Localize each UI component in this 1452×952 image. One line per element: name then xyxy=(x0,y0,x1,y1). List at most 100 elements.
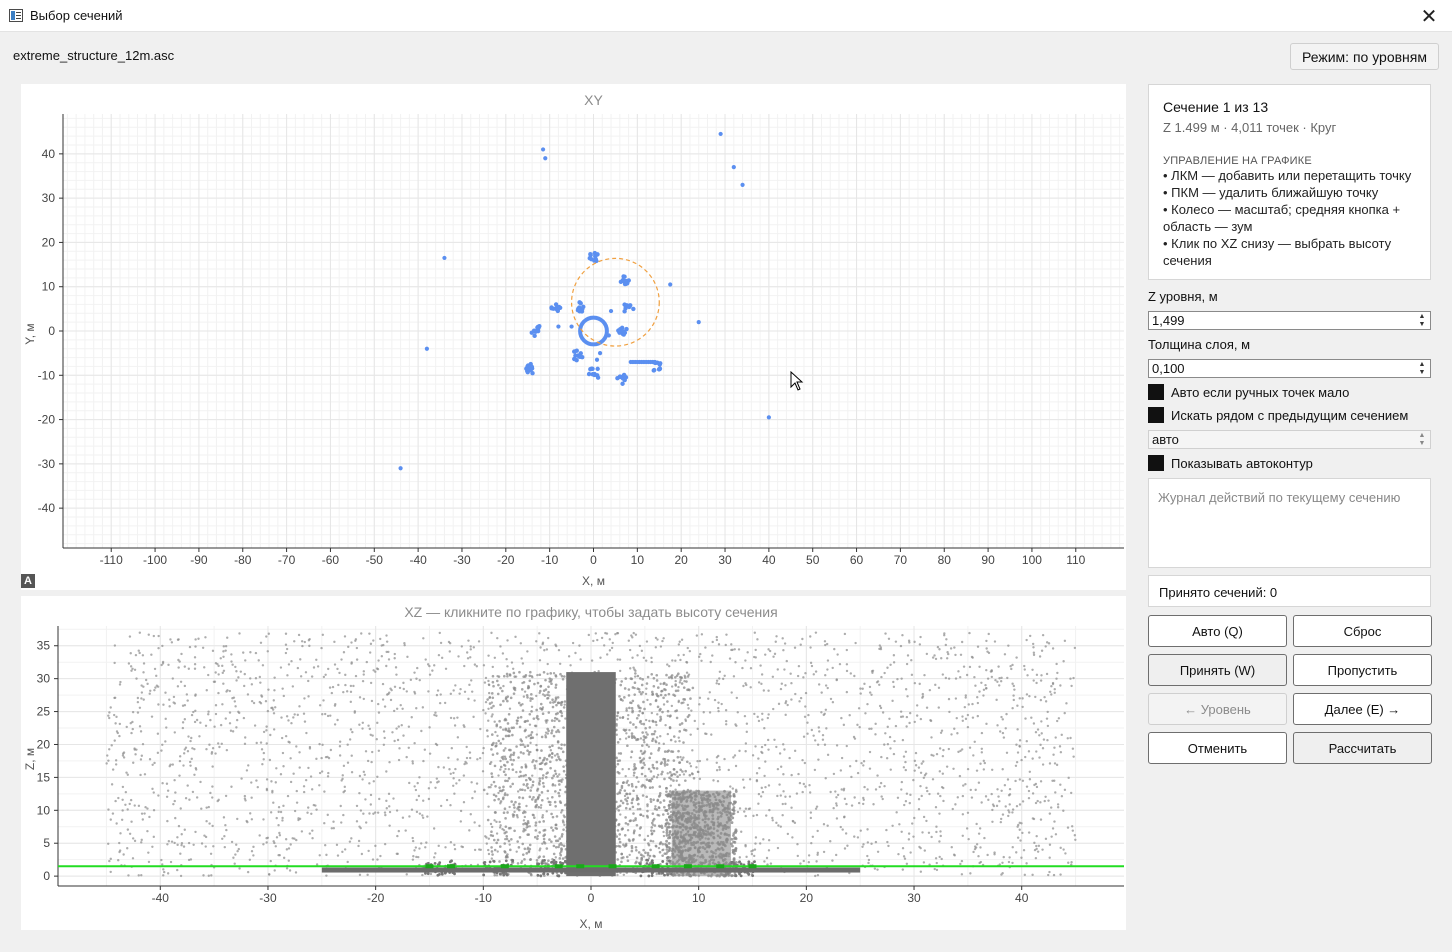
data-point xyxy=(499,726,502,729)
data-point xyxy=(668,806,671,810)
data-point xyxy=(357,844,360,848)
xy-chart[interactable]: -110 -100 -90 -80 -70 -60 -50 -40 -30 -20 -10 0 10 20… xyxy=(21,84,1126,590)
data-point xyxy=(285,647,289,651)
data-point xyxy=(297,818,300,822)
data-point xyxy=(308,644,311,648)
data-point xyxy=(642,656,646,660)
data-point xyxy=(230,785,233,788)
data-point xyxy=(642,751,646,755)
data-point xyxy=(887,844,890,848)
data-point xyxy=(824,643,827,647)
data-point xyxy=(888,735,892,739)
data-point xyxy=(635,823,639,827)
data-point xyxy=(558,788,562,792)
data-point xyxy=(635,848,638,852)
xz-chart[interactable]: -40 -30 -20 -10 0 10 20 30 4005101520253035XZ — … xyxy=(21,596,1126,930)
data-point xyxy=(919,771,923,774)
data-point xyxy=(287,847,291,850)
data-point xyxy=(235,843,238,846)
data-point xyxy=(543,841,547,845)
data-point xyxy=(380,655,384,658)
data-point xyxy=(982,759,985,763)
data-point xyxy=(315,757,318,761)
data-point xyxy=(636,808,640,811)
data-point xyxy=(300,830,304,833)
data-point xyxy=(509,785,512,788)
data-point xyxy=(696,320,701,325)
data-point xyxy=(1041,848,1044,851)
chart-title: XY xyxy=(584,92,603,108)
data-point xyxy=(1032,646,1035,649)
data-point xyxy=(632,631,635,635)
data-point xyxy=(202,874,205,877)
close-icon[interactable]: ✕ xyxy=(1406,0,1452,32)
data-point xyxy=(620,852,624,856)
data-point xyxy=(558,773,561,776)
data-point xyxy=(801,637,804,641)
data-point xyxy=(538,632,541,635)
xy-plot[interactable]: -110 -100 -90 -80 -70 -60 -50 -40 -30 -20 -10 0 10 20… xyxy=(21,84,1126,590)
data-point xyxy=(428,726,431,729)
data-point xyxy=(929,719,932,722)
data-point xyxy=(507,777,511,780)
data-point xyxy=(578,644,581,647)
data-point xyxy=(125,771,128,774)
data-point xyxy=(616,829,620,832)
data-point xyxy=(880,795,883,798)
data-point xyxy=(552,734,556,738)
data-point xyxy=(658,792,662,795)
data-point xyxy=(960,873,964,876)
data-point xyxy=(979,762,982,765)
data-point xyxy=(1046,724,1050,728)
data-point xyxy=(505,658,508,661)
data-point xyxy=(1018,744,1021,748)
data-point xyxy=(453,843,456,847)
xz-plot[interactable]: -40 -30 -20 -10 0 10 20 30 40 0 5 10 15 20 25 30 35 XZ — … xyxy=(21,596,1126,930)
data-point xyxy=(764,760,767,763)
data-point xyxy=(633,693,637,696)
data-point xyxy=(656,694,660,698)
autoscale-a-icon[interactable]: A xyxy=(21,574,35,588)
data-point xyxy=(879,781,883,785)
data-point xyxy=(343,785,346,789)
data-point xyxy=(630,750,634,754)
data-point xyxy=(211,785,214,788)
data-point xyxy=(753,631,757,634)
data-point xyxy=(449,804,452,807)
data-point xyxy=(708,691,711,694)
data-point xyxy=(193,656,197,659)
data-point xyxy=(887,637,891,640)
data-point xyxy=(1032,679,1035,682)
data-point xyxy=(509,696,513,700)
data-point xyxy=(625,855,629,859)
data-point xyxy=(168,705,171,708)
data-point xyxy=(796,843,799,846)
data-point xyxy=(551,705,555,709)
data-point xyxy=(563,743,566,747)
data-point xyxy=(437,765,440,769)
data-point xyxy=(336,667,339,671)
data-point xyxy=(327,667,330,671)
data-point xyxy=(723,757,726,761)
data-point xyxy=(970,796,974,799)
data-point xyxy=(376,775,379,778)
data-point xyxy=(371,750,374,754)
data-point xyxy=(652,684,656,688)
data-point xyxy=(804,785,807,788)
data-point xyxy=(491,834,495,838)
data-point xyxy=(933,867,936,871)
data-point xyxy=(900,788,903,791)
data-point xyxy=(353,711,356,714)
data-point xyxy=(620,381,625,386)
data-point xyxy=(352,684,355,688)
data-point xyxy=(535,708,538,712)
data-point xyxy=(501,757,505,761)
data-point xyxy=(243,672,246,676)
data-point xyxy=(342,690,345,694)
data-point xyxy=(479,727,482,731)
data-point xyxy=(194,693,197,696)
data-point xyxy=(686,646,689,650)
data-point xyxy=(1053,746,1056,749)
mode-button[interactable]: Режим: по уровням xyxy=(1290,43,1439,70)
data-point xyxy=(148,758,152,761)
